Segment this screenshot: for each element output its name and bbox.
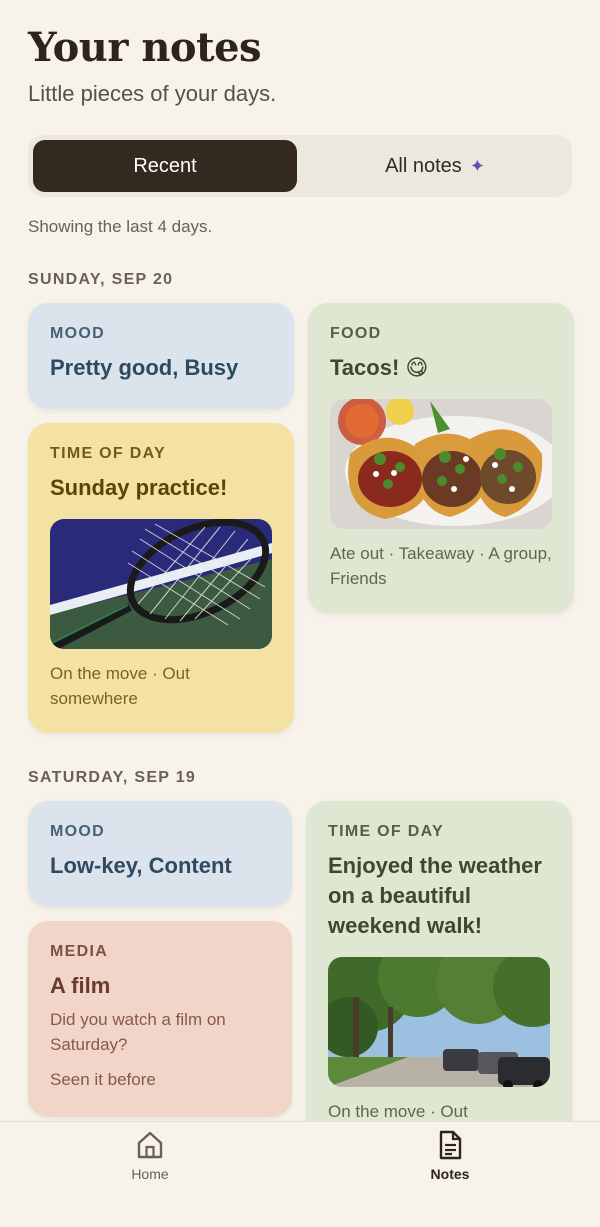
tab-notes[interactable]: Notes	[300, 1122, 600, 1227]
day-notes-grid: MOOD Pretty good, Busy TIME OF DAY Sunda…	[28, 303, 574, 733]
bottom-tab-bar: Home Notes	[0, 1121, 600, 1227]
segment-all-notes-label: All notes	[385, 154, 462, 177]
notes-page: Your notes Little pieces of your days. R…	[0, 0, 600, 1161]
right-column: FOOD Tacos! 😋 Ate out · Takeaway · A gro…	[308, 303, 574, 733]
media-question: Did you watch a film on Saturday?	[50, 1010, 226, 1054]
page-subtitle: Little pieces of your days.	[28, 81, 277, 106]
tab-notes-label: Notes	[430, 1166, 470, 1182]
date-header: SATURDAY, SEP 19	[28, 769, 197, 786]
time-of-day-card[interactable]: TIME OF DAY Enjoyed the weather on a bea…	[306, 801, 572, 1161]
card-heading: Enjoyed the weather on a beautiful weeke…	[328, 853, 542, 938]
segment-all-notes[interactable]: All notes ✦	[303, 140, 567, 192]
media-answer: Seen it before	[50, 1070, 156, 1089]
tab-home[interactable]: Home	[0, 1122, 300, 1227]
right-column: TIME OF DAY Enjoyed the weather on a bea…	[306, 801, 572, 1161]
mood-card[interactable]: MOOD Low-key, Content	[28, 801, 292, 907]
notes-icon	[439, 1130, 462, 1160]
card-heading: A film	[50, 973, 111, 998]
card-heading: Sunday practice!	[50, 475, 228, 500]
card-meta: On the move · Out somewhere	[50, 664, 190, 708]
card-category: TIME OF DAY	[328, 823, 444, 840]
date-header: SUNDAY, SEP 20	[28, 271, 174, 288]
card-category: TIME OF DAY	[50, 445, 166, 462]
media-card[interactable]: MEDIA A film Did you watch a film on Sat…	[28, 921, 292, 1117]
card-heading: Tacos! 😋	[330, 355, 429, 380]
left-column: MOOD Pretty good, Busy TIME OF DAY Sunda…	[28, 303, 294, 733]
day-notes-grid: MOOD Low-key, Content MEDIA A film Did y…	[28, 801, 572, 1161]
left-column: MOOD Low-key, Content MEDIA A film Did y…	[28, 801, 292, 1161]
view-segmented-control: Recent All notes ✦	[28, 135, 572, 197]
card-heading: Low-key, Content	[50, 853, 232, 878]
mood-card[interactable]: MOOD Pretty good, Busy	[28, 303, 294, 409]
tab-home-label: Home	[131, 1166, 169, 1182]
card-meta: Ate out · Takeaway · A group, Friends	[330, 544, 552, 588]
card-category: MEDIA	[50, 943, 109, 960]
sparkle-icon: ✦	[469, 155, 485, 176]
card-category: MOOD	[50, 325, 105, 342]
tacos-photo[interactable]	[330, 399, 552, 529]
food-card[interactable]: FOOD Tacos! 😋 Ate out · Takeaway · A gro…	[308, 303, 574, 613]
page-title: Your notes	[28, 24, 262, 71]
home-icon	[137, 1131, 163, 1159]
showing-range-text: Showing the last 4 days.	[28, 217, 213, 236]
time-of-day-card[interactable]: TIME OF DAY Sunday practice! On the move…	[28, 423, 294, 733]
street-trees-photo[interactable]	[328, 957, 550, 1087]
segment-recent[interactable]: Recent	[33, 140, 297, 192]
card-category: FOOD	[330, 325, 382, 342]
card-heading: Pretty good, Busy	[50, 355, 239, 380]
card-category: MOOD	[50, 823, 105, 840]
tennis-racket-photo[interactable]	[50, 519, 272, 649]
